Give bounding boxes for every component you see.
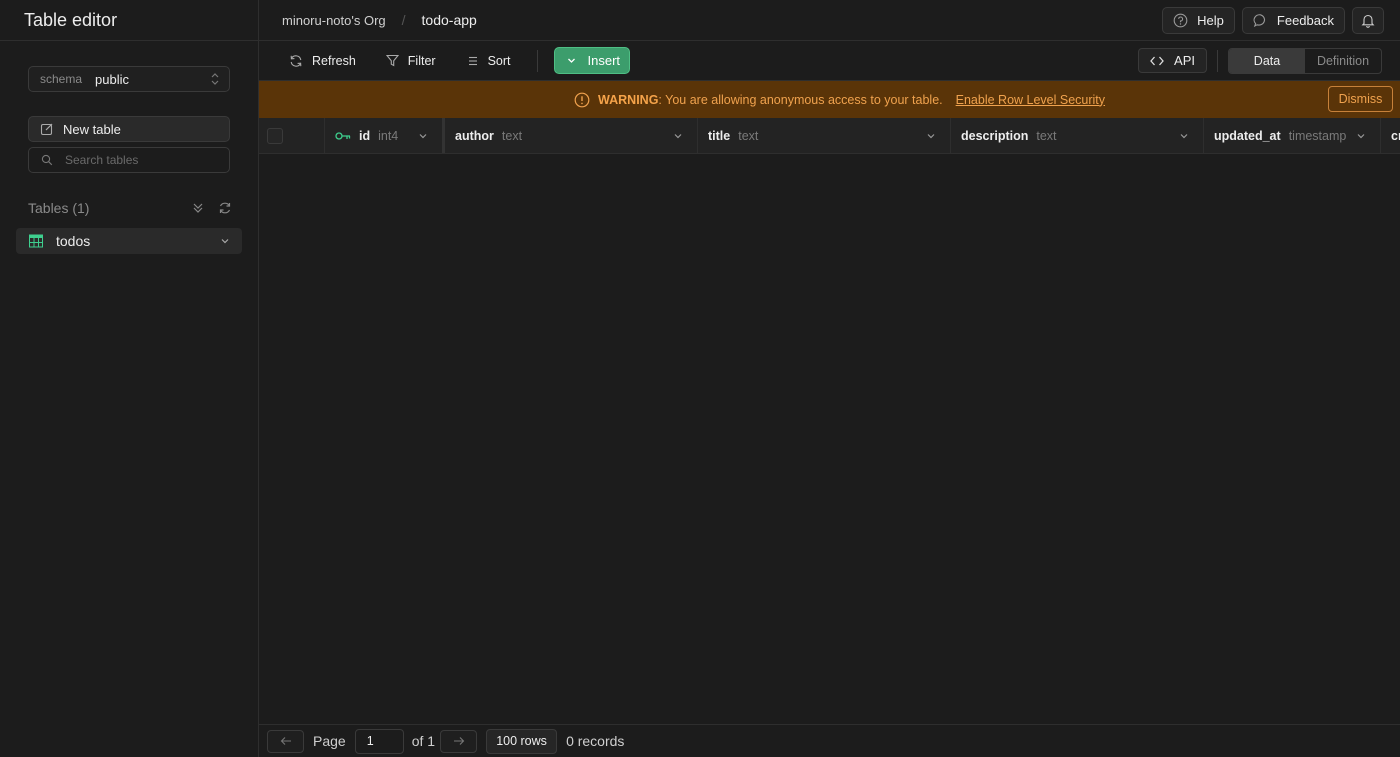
rows-per-page-button[interactable]: 100 rows xyxy=(486,728,558,754)
view-tabs: Data Definition xyxy=(1228,47,1382,74)
tables-header: Tables (1) xyxy=(28,198,232,218)
filter-icon xyxy=(385,54,399,67)
column-name: author xyxy=(455,129,494,143)
api-button[interactable]: API xyxy=(1138,48,1207,73)
arrow-right-icon xyxy=(453,736,465,746)
column-type: text xyxy=(1036,129,1057,143)
sidebar: Table editor schema public New table Tab… xyxy=(0,0,259,757)
code-icon xyxy=(1150,55,1164,67)
table-grid-icon xyxy=(29,234,43,248)
sort-label: Sort xyxy=(487,53,511,68)
tables-count-label: Tables (1) xyxy=(28,200,90,216)
previous-page-button[interactable] xyxy=(267,729,304,753)
warning-message: : You are allowing anonymous access to y… xyxy=(658,92,943,107)
edit-icon xyxy=(40,122,54,136)
breadcrumb-separator: / xyxy=(401,12,406,28)
column-name: updated_at xyxy=(1214,129,1281,143)
column-type: int4 xyxy=(378,129,399,143)
column-name: title xyxy=(708,129,731,143)
column-type: timestamp xyxy=(1288,129,1347,143)
column-type: text xyxy=(501,129,523,143)
chevron-down-icon xyxy=(567,56,576,65)
table-editor-app: Table editor schema public New table Tab… xyxy=(0,0,1400,757)
rls-warning-banner: WARNING: You are allowing anonymous acce… xyxy=(259,81,1400,118)
chevron-down-icon[interactable] xyxy=(1179,131,1189,141)
column-name: description xyxy=(961,129,1029,143)
chevron-down-icon[interactable] xyxy=(418,131,428,141)
toolbar-divider xyxy=(1217,49,1218,72)
chevron-up-down-icon xyxy=(210,72,220,86)
refresh-label: Refresh xyxy=(312,53,356,68)
next-page-button[interactable] xyxy=(440,729,478,753)
arrow-left-icon xyxy=(280,736,292,746)
warning-strong: WARNING xyxy=(598,92,659,107)
insert-button[interactable]: Insert xyxy=(553,47,630,74)
primary-key-icon xyxy=(335,131,351,141)
help-circle-icon xyxy=(1173,13,1188,28)
column-name: id xyxy=(359,129,371,143)
new-table-button[interactable]: New table xyxy=(28,116,230,142)
sort-lines-icon xyxy=(467,55,479,67)
refresh-tables-icon[interactable] xyxy=(218,201,232,215)
breadcrumb-org[interactable]: minoru-noto's Org xyxy=(282,13,386,28)
sort-button[interactable]: Sort xyxy=(459,48,519,74)
grid-toolbar: Refresh Filter Sort Insert API Data Defi… xyxy=(259,41,1400,81)
select-all-checkbox[interactable] xyxy=(267,128,283,144)
page-label: Page xyxy=(313,733,346,749)
refresh-icon xyxy=(289,54,303,68)
column-type: text xyxy=(738,129,759,143)
chevron-down-icon[interactable] xyxy=(926,131,936,141)
message-bubble-icon xyxy=(1253,13,1268,28)
enable-rls-link[interactable]: Enable Row Level Security xyxy=(956,93,1105,107)
warning-icon xyxy=(574,92,590,108)
table-item-todos[interactable]: todos xyxy=(16,228,242,254)
dismiss-button[interactable]: Dismiss xyxy=(1328,86,1393,112)
api-label: API xyxy=(1174,53,1195,68)
column-header-description[interactable]: description text xyxy=(951,118,1204,153)
tab-definition[interactable]: Definition xyxy=(1305,49,1381,73)
search-tables-input[interactable] xyxy=(65,153,215,167)
column-header-title[interactable]: title text xyxy=(698,118,951,153)
chevron-down-icon[interactable] xyxy=(220,236,230,246)
tab-data[interactable]: Data xyxy=(1229,48,1305,73)
select-all-cell xyxy=(259,118,325,153)
pagination-footer: Page of 1 100 rows 0 records xyxy=(259,724,1400,757)
search-icon xyxy=(41,154,53,166)
feedback-button[interactable]: Feedback xyxy=(1241,6,1345,34)
chevron-down-icon[interactable] xyxy=(673,131,683,141)
insert-label: Insert xyxy=(587,53,621,68)
column-header-updated-at[interactable]: updated_at timestamp xyxy=(1204,118,1381,153)
schema-select[interactable]: schema public xyxy=(28,66,230,92)
column-header-author[interactable]: author text xyxy=(445,118,698,153)
collapse-all-icon[interactable] xyxy=(192,202,204,214)
grid-header: id int4 author text title text descripti… xyxy=(259,118,1400,154)
schema-label: schema xyxy=(40,72,83,86)
help-label: Help xyxy=(1197,12,1224,28)
breadcrumb-project[interactable]: todo-app xyxy=(422,12,477,28)
chevron-down-icon[interactable] xyxy=(1356,131,1366,141)
refresh-button[interactable]: Refresh xyxy=(281,48,364,74)
page-number-input[interactable] xyxy=(354,728,404,754)
feedback-label: Feedback xyxy=(1276,12,1334,28)
filter-label: Filter xyxy=(407,53,436,68)
toolbar-divider xyxy=(536,49,538,72)
notifications-button[interactable] xyxy=(1352,6,1384,34)
grid-body xyxy=(259,154,1400,724)
bell-icon xyxy=(1361,13,1375,28)
filter-button[interactable]: Filter xyxy=(378,48,444,74)
help-button[interactable]: Help xyxy=(1162,6,1235,34)
page-total-label: of 1 xyxy=(411,733,436,749)
new-table-label: New table xyxy=(63,121,121,137)
records-count: 0 records xyxy=(566,733,625,749)
schema-value: public xyxy=(95,71,129,87)
top-bar: minoru-noto's Org / todo-app Help Feedba… xyxy=(259,0,1400,41)
table-item-label: todos xyxy=(56,233,91,249)
column-header-id[interactable]: id int4 xyxy=(325,118,445,153)
search-tables xyxy=(28,147,230,173)
sidebar-title: Table editor xyxy=(0,0,258,41)
column-name: cre xyxy=(1391,129,1400,143)
column-header-created[interactable]: cre xyxy=(1381,118,1400,153)
